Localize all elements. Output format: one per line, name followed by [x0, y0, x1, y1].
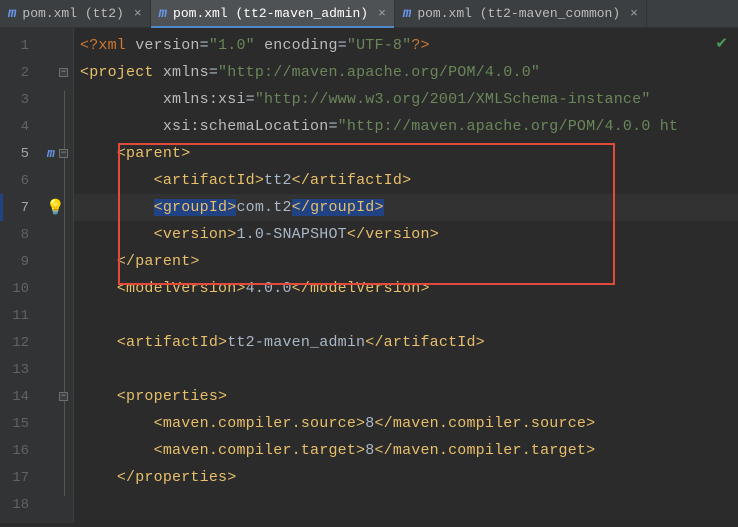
code-line[interactable]: <parent>: [74, 140, 738, 167]
line-number: 14: [5, 389, 29, 405]
code-line[interactable]: [74, 491, 738, 518]
code-line[interactable]: <groupId>com.t2</groupId>: [74, 194, 738, 221]
line-number: 10: [5, 281, 29, 297]
maven-reload-icon[interactable]: m: [47, 146, 55, 161]
line-number: 17: [5, 470, 29, 486]
line-number: 6: [5, 173, 29, 189]
editor-tabs: m pom.xml (tt2) × m pom.xml (tt2-maven_a…: [0, 0, 738, 28]
line-number: 8: [5, 227, 29, 243]
maven-file-icon: m: [8, 7, 16, 21]
code-line[interactable]: <modelVersion>4.0.0</modelVersion>: [74, 275, 738, 302]
code-line[interactable]: xmlns:xsi="http://www.w3.org/2001/XMLSch…: [74, 86, 738, 113]
line-number: 5: [5, 146, 29, 162]
close-icon[interactable]: ×: [630, 7, 638, 20]
code-area[interactable]: <?xml version="1.0" encoding="UTF-8"?> <…: [74, 28, 738, 523]
line-number: 3: [5, 92, 29, 108]
code-line[interactable]: <version>1.0-SNAPSHOT</version>: [74, 221, 738, 248]
tab-pom-tt2-common[interactable]: m pom.xml (tt2-maven_common) ×: [395, 0, 647, 27]
line-number: 16: [5, 443, 29, 459]
code-line[interactable]: <?xml version="1.0" encoding="UTF-8"?>: [74, 32, 738, 59]
code-line[interactable]: <maven.compiler.source>8</maven.compiler…: [74, 410, 738, 437]
code-line[interactable]: <artifactId>tt2-maven_admin</artifactId>: [74, 329, 738, 356]
lightbulb-icon[interactable]: 💡: [46, 198, 65, 217]
line-number: 7: [5, 200, 29, 216]
line-number: 12: [5, 335, 29, 351]
close-icon[interactable]: ×: [378, 7, 386, 20]
tab-pom-tt2-admin[interactable]: m pom.xml (tt2-maven_admin) ×: [151, 0, 395, 27]
code-line[interactable]: <properties>: [74, 383, 738, 410]
arrow-up-icon: ↑: [58, 147, 65, 161]
tab-label: pom.xml (tt2-maven_common): [417, 6, 620, 21]
maven-file-icon: m: [403, 7, 411, 21]
code-line[interactable]: <maven.compiler.target>8</maven.compiler…: [74, 437, 738, 464]
code-line[interactable]: </properties>: [74, 464, 738, 491]
maven-file-icon: m: [159, 7, 167, 21]
code-line[interactable]: <artifactId>tt2</artifactId>: [74, 167, 738, 194]
line-number: 18: [5, 497, 29, 513]
code-line[interactable]: [74, 356, 738, 383]
line-number: 9: [5, 254, 29, 270]
line-number: 4: [5, 119, 29, 135]
line-number: 13: [5, 362, 29, 378]
inspection-ok-icon[interactable]: ✔: [715, 34, 728, 53]
caret-line-marker: [0, 194, 3, 221]
line-number: 2: [5, 65, 29, 81]
code-line[interactable]: </parent>: [74, 248, 738, 275]
code-editor[interactable]: 1 2 3 4 5 m↑ 6 7 💡 8 9 10 11 12 13 14 15 1…: [0, 28, 738, 523]
tab-label: pom.xml (tt2-maven_admin): [173, 6, 368, 21]
tab-label: pom.xml (tt2): [22, 6, 123, 21]
line-number: 1: [5, 38, 29, 54]
line-number: 11: [5, 308, 29, 324]
gutter: 1 2 3 4 5 m↑ 6 7 💡 8 9 10 11 12 13 14 15 1…: [0, 28, 74, 523]
tab-pom-tt2[interactable]: m pom.xml (tt2) ×: [0, 0, 151, 27]
code-line[interactable]: xsi:schemaLocation="http://maven.apache.…: [74, 113, 738, 140]
line-number: 15: [5, 416, 29, 432]
code-line[interactable]: [74, 302, 738, 329]
close-icon[interactable]: ×: [134, 7, 142, 20]
code-line[interactable]: <project xmlns="http://maven.apache.org/…: [74, 59, 738, 86]
